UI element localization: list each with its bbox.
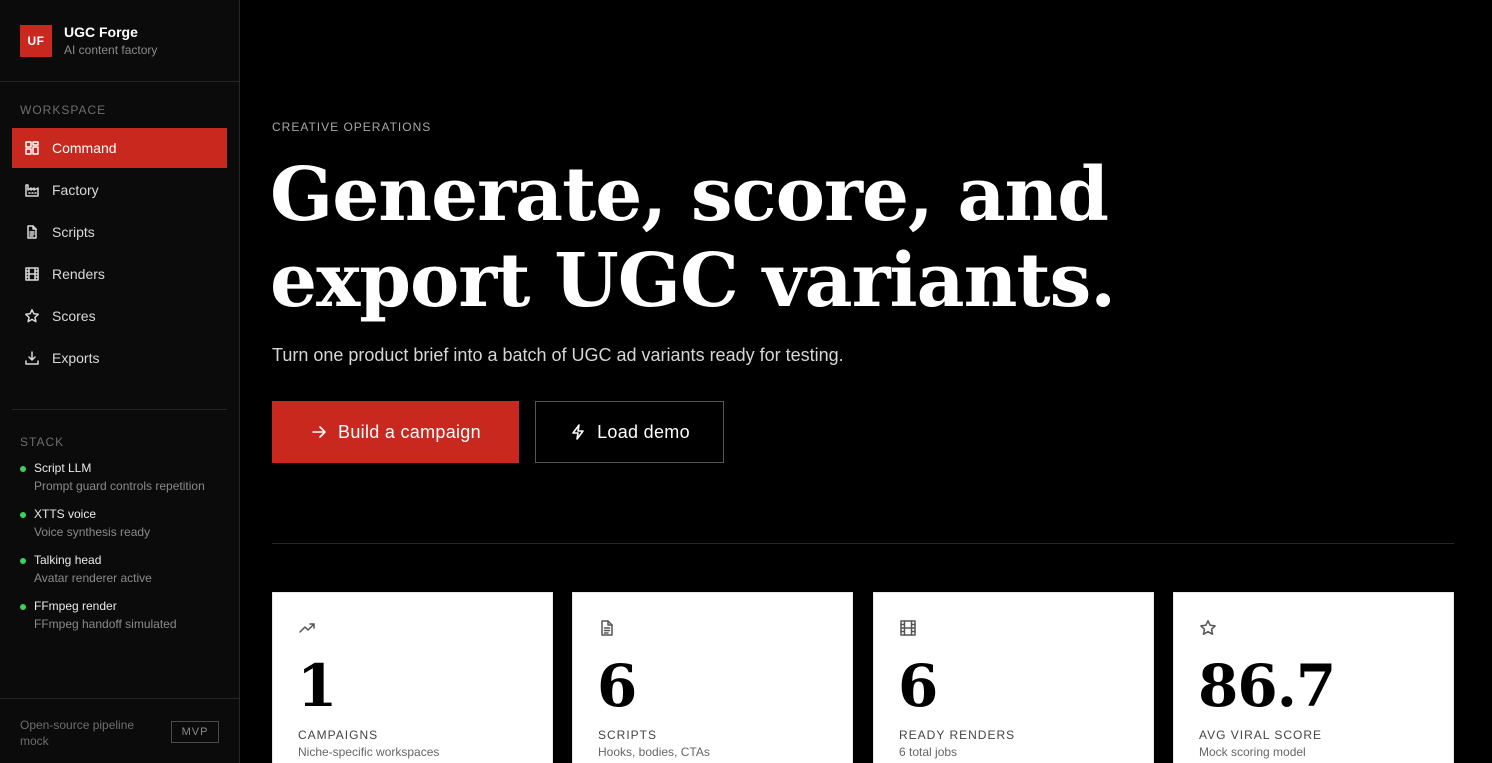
stat-card-ready-renders: 6 READY RENDERS 6 total jobs	[873, 592, 1154, 763]
stat-subtext: 6 total jobs	[899, 745, 958, 759]
sidebar-divider	[12, 409, 227, 410]
lightning-icon	[572, 424, 584, 440]
nav-item-scripts[interactable]: Scripts	[12, 212, 227, 252]
film-icon	[24, 266, 40, 282]
nav-item-renders[interactable]: Renders	[12, 254, 227, 294]
stack-description: Avatar renderer active	[34, 571, 152, 585]
stack-title: XTTS voice	[34, 507, 97, 521]
nav-label: Exports	[52, 350, 100, 366]
stat-subtext: Niche-specific workspaces	[298, 745, 440, 759]
mvp-badge: MVP	[171, 721, 219, 743]
hero-headline: Generate, score, and export UGC variants…	[270, 152, 1116, 324]
nav-item-factory[interactable]: Factory	[12, 170, 227, 210]
status-dot	[20, 604, 26, 610]
sidebar-footer: Open-source pipeline mock MVP	[0, 698, 239, 763]
stat-label: AVG VIRAL SCORE	[1199, 728, 1323, 742]
app-tagline: AI content factory	[64, 43, 158, 57]
film-icon	[899, 619, 917, 637]
stack-title: FFmpeg render	[34, 599, 117, 613]
star-icon	[1199, 619, 1217, 637]
build-campaign-label: Build a campaign	[338, 421, 481, 442]
star-icon	[24, 308, 40, 324]
stat-subtext: Mock scoring model	[1199, 745, 1306, 759]
nav-label: Renders	[52, 266, 105, 282]
main-content: CREATIVE OPERATIONS Generate, score, and…	[240, 0, 1492, 763]
stack-description: FFmpeg handoff simulated	[34, 617, 177, 631]
dashboard-icon	[24, 140, 40, 156]
stat-card-campaigns: 1 CAMPAIGNS Niche-specific workspaces	[272, 592, 553, 763]
brand-header: UF UGC Forge AI content factory	[0, 0, 239, 82]
build-campaign-button[interactable]: Build a campaign	[272, 401, 519, 463]
status-dot	[20, 558, 26, 564]
stack-section-label: STACK	[20, 435, 65, 449]
stat-value: 6	[898, 652, 938, 720]
workspace-section-label: WORKSPACE	[20, 103, 107, 117]
section-divider	[272, 543, 1454, 544]
footer-text: Open-source pipeline mock	[20, 718, 135, 748]
stat-label: SCRIPTS	[598, 728, 658, 742]
download-icon	[24, 350, 40, 366]
hero-eyebrow: CREATIVE OPERATIONS	[272, 120, 432, 134]
nav-label: Scores	[52, 308, 96, 324]
sidebar: UF UGC Forge AI content factory WORKSPAC…	[0, 0, 240, 763]
stack-title: Script LLM	[34, 461, 92, 475]
factory-icon	[24, 182, 40, 198]
hero-lede: Turn one product brief into a batch of U…	[272, 345, 844, 365]
nav-item-scores[interactable]: Scores	[12, 296, 227, 336]
stack-description: Prompt guard controls repetition	[34, 479, 205, 493]
stat-label: READY RENDERS	[899, 728, 1016, 742]
app-name: UGC Forge	[64, 24, 138, 40]
stack-title: Talking head	[34, 553, 102, 567]
trending-up-icon	[298, 619, 316, 637]
stat-value: 6	[597, 652, 637, 720]
stack-description: Voice synthesis ready	[34, 525, 151, 539]
stat-value: 1	[297, 652, 337, 720]
nav-label: Factory	[52, 182, 99, 198]
stat-card-scripts: 6 SCRIPTS Hooks, bodies, CTAs	[572, 592, 853, 763]
load-demo-label: Load demo	[597, 421, 690, 442]
nav-item-command[interactable]: Command	[12, 128, 227, 168]
stat-label: CAMPAIGNS	[298, 728, 379, 742]
document-icon	[24, 224, 40, 240]
nav-item-exports[interactable]: Exports	[12, 338, 227, 378]
arrow-right-icon	[312, 426, 326, 438]
status-dot	[20, 512, 26, 518]
nav-label: Command	[52, 140, 117, 156]
stat-value: 86.7	[1198, 652, 1336, 720]
stat-card-avg-viral-score: 86.7 AVG VIRAL SCORE Mock scoring model	[1173, 592, 1454, 763]
status-dot	[20, 466, 26, 472]
nav-label: Scripts	[52, 224, 95, 240]
stat-subtext: Hooks, bodies, CTAs	[598, 745, 710, 759]
document-icon	[598, 619, 616, 637]
load-demo-button[interactable]: Load demo	[535, 401, 724, 463]
app-logo[interactable]: UF	[20, 25, 52, 57]
